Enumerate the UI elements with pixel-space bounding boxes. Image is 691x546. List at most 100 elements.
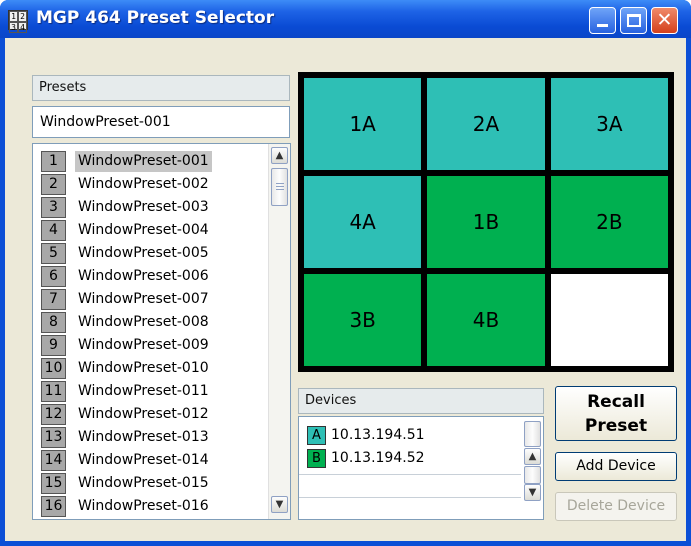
layout-cell-4a[interactable]: 4A [304,176,422,268]
preset-number-badge: 4 [41,220,66,241]
list-item[interactable]: 15 WindowPreset-015 [33,472,261,495]
row-divider [299,474,521,475]
icon-digit: 2 [18,11,27,22]
list-item[interactable]: 9 WindowPreset-009 [33,334,261,357]
preset-number-badge: 10 [41,358,66,379]
device-row[interactable]: B 10.13.194.52 [307,447,517,469]
list-item[interactable]: 11 WindowPreset-011 [33,380,261,403]
scroll-up-arrow-icon[interactable]: ▲ [271,147,288,164]
preset-number-badge: 12 [41,404,66,425]
preset-number-badge: 16 [41,496,66,517]
preset-name: WindowPreset-003 [78,199,209,215]
device-row[interactable]: A 10.13.194.51 [307,424,517,446]
maximize-icon [627,14,641,27]
layout-cell-4b[interactable]: 4B [427,274,545,366]
preset-number-badge: 1 [41,151,66,172]
layout-cell-3b[interactable]: 3B [304,274,422,366]
preset-name: WindowPreset-013 [78,429,209,445]
preset-number-badge: 2 [41,174,66,195]
list-item[interactable]: 16 WindowPreset-016 [33,495,261,518]
layout-cell-1b[interactable]: 1B [427,176,545,268]
list-item[interactable]: 2 WindowPreset-002 [33,173,261,196]
minimize-button[interactable] [589,7,616,34]
preset-name: WindowPreset-005 [78,245,209,261]
list-item[interactable]: 12 WindowPreset-012 [33,403,261,426]
title-bar[interactable]: 1 2 3 4 MGP 464 Preset Selector ✕ [0,0,691,38]
add-device-button[interactable]: Add Device [555,452,677,481]
preset-scrollbar[interactable]: ▲ ▼ [268,144,290,519]
close-icon: ✕ [656,9,673,31]
scroll-down-arrow-icon[interactable]: ▼ [524,484,541,501]
list-item[interactable]: 5 WindowPreset-005 [33,242,261,265]
device-ip: 10.13.194.51 [331,427,425,443]
app-window: 1 2 3 4 MGP 464 Preset Selector ✕ Preset… [0,0,691,546]
recall-preset-button[interactable]: Recall Preset [555,386,677,441]
scroll-thumb[interactable] [271,168,288,206]
icon-digit: 4 [18,22,27,33]
device-tag: B [307,449,326,468]
layout-cell-1a[interactable]: 1A [304,78,422,170]
layout-cell-empty[interactable] [550,274,668,366]
preset-name: WindowPreset-010 [78,360,209,376]
list-item[interactable]: 1 WindowPreset-001 [33,150,261,173]
list-item[interactable]: 14 WindowPreset-014 [33,449,261,472]
scroll-up-arrow-icon[interactable]: ▲ [524,448,541,465]
recall-label-line1: Recall [587,392,645,412]
device-ip: 10.13.194.52 [331,450,425,466]
preset-name: WindowPreset-002 [78,176,209,192]
preset-number-badge: 13 [41,427,66,448]
layout-cell-3a[interactable]: 3A [550,78,668,170]
thumb-grip [276,183,284,184]
thumb-grip [276,189,284,190]
preset-name: WindowPreset-015 [78,475,209,491]
preset-number-badge: 3 [41,197,66,218]
devices-scrollbar[interactable]: ▲ ▼ [523,417,543,519]
preset-number-badge: 5 [41,243,66,264]
list-item[interactable]: 10 WindowPreset-010 [33,357,261,380]
maximize-button[interactable] [620,7,647,34]
preset-name-field[interactable]: WindowPreset-001 [32,106,290,138]
close-button[interactable]: ✕ [651,7,678,34]
devices-scroll-thumb[interactable] [524,421,541,447]
devices-header: Devices [298,388,544,414]
minimize-icon [597,24,608,27]
devices-list[interactable]: A 10.13.194.51 B 10.13.194.52 ▲ ▼ [298,416,544,520]
list-item[interactable]: 7 WindowPreset-007 [33,288,261,311]
preset-name: WindowPreset-011 [78,383,209,399]
preset-number-badge: 8 [41,312,66,333]
preset-name: WindowPreset-006 [78,268,209,284]
preset-number-badge: 9 [41,335,66,356]
delete-device-button[interactable]: Delete Device [555,492,677,521]
layout-cell-2b[interactable]: 2B [550,176,668,268]
list-item[interactable]: 6 WindowPreset-006 [33,265,261,288]
preset-name: WindowPreset-009 [78,337,209,353]
scroll-down-arrow-icon[interactable]: ▼ [271,496,288,513]
list-item[interactable]: 13 WindowPreset-013 [33,426,261,449]
recall-label-line2: Preset [584,416,648,436]
preset-number-badge: 6 [41,266,66,287]
preset-name: WindowPreset-012 [78,406,209,422]
list-item[interactable]: 4 WindowPreset-004 [33,219,261,242]
preset-number-badge: 7 [41,289,66,310]
preset-name: WindowPreset-016 [78,498,209,514]
preset-number-badge: 14 [41,450,66,471]
icon-digit: 3 [9,22,18,33]
icon-digit: 1 [9,11,18,22]
preset-name: WindowPreset-008 [78,314,209,330]
window-layout-grid: 1A 2A 3A 4A 1B 2B 3B 4B [298,72,674,372]
preset-name: WindowPreset-014 [78,452,209,468]
preset-name: WindowPreset-004 [78,222,209,238]
layout-cell-2a[interactable]: 2A [427,78,545,170]
list-item[interactable]: 8 WindowPreset-008 [33,311,261,334]
thumb-grip [276,186,284,187]
preset-number-badge: 11 [41,381,66,402]
row-divider [299,497,521,498]
preset-name: WindowPreset-001 [75,151,212,172]
window-title: MGP 464 Preset Selector [36,8,275,28]
list-item[interactable]: 3 WindowPreset-003 [33,196,261,219]
preset-list[interactable]: 1 WindowPreset-001 2 WindowPreset-002 3 Windo… [32,143,291,520]
device-tag: A [307,426,326,445]
preset-number-badge: 15 [41,473,66,494]
devices-scroll-track[interactable] [524,466,541,484]
preset-name: WindowPreset-007 [78,291,209,307]
